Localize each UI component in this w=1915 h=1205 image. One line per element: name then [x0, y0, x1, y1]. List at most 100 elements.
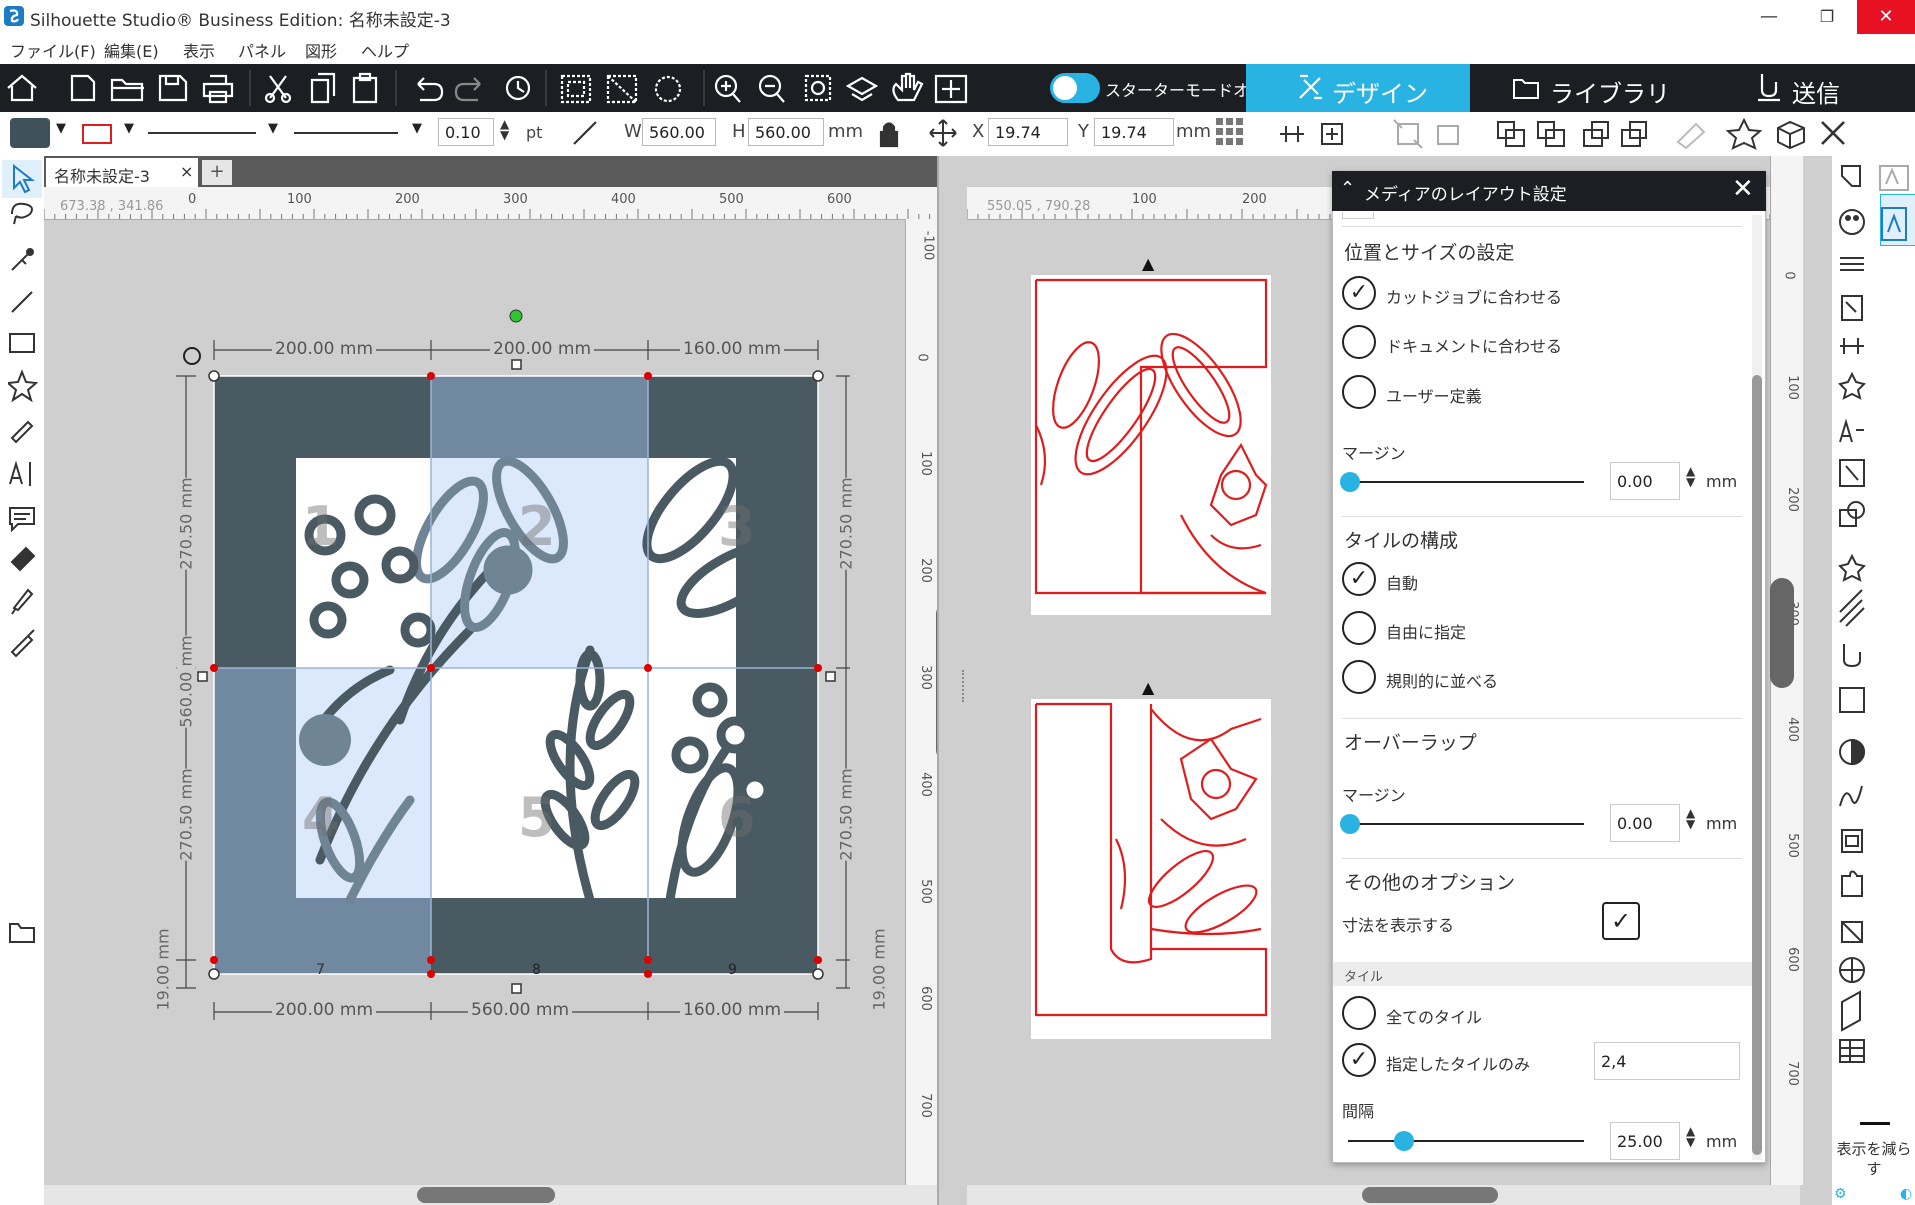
width-label: W	[624, 121, 642, 142]
selected-tiles-input[interactable]: 2,4	[1594, 1042, 1740, 1080]
spacing-slider-thumb[interactable]	[1394, 1131, 1414, 1151]
reduce-display-button[interactable]: 表示を減らす	[1834, 1139, 1914, 1179]
vruler-tick: 700	[917, 1093, 933, 1118]
position-unit-label: mm	[1176, 121, 1212, 142]
reference-point-grid-icon[interactable]	[1214, 116, 1246, 148]
spacing-input[interactable]: 25.00	[1610, 1122, 1680, 1160]
line-color-swatch[interactable]	[82, 124, 112, 144]
vertical-ruler-left	[905, 219, 938, 1185]
send-icon	[1758, 74, 1780, 102]
horizontal-scroll-thumb-left[interactable]	[417, 1187, 555, 1203]
vruler-tick: 100	[917, 451, 933, 476]
forward-icon	[1583, 121, 1609, 147]
divider	[1342, 226, 1742, 227]
height-label: H	[732, 121, 746, 142]
menu-shape[interactable]: 図形	[305, 38, 337, 62]
divider	[1342, 516, 1742, 517]
settings-gear-icon[interactable]: ⚙	[1834, 1186, 1847, 1202]
line-join-sample[interactable]	[294, 132, 398, 134]
horizontal-scroll-thumb-right[interactable]	[1362, 1187, 1498, 1203]
radio-auto[interactable]: ✓	[1342, 562, 1376, 596]
y-input[interactable]: 19.74	[1094, 118, 1174, 146]
send-panel-icon	[1843, 644, 1861, 668]
panel-scroll-thumb[interactable]	[1752, 375, 1762, 1155]
free-label: 自由に指定	[1386, 623, 1467, 642]
library-icon	[1513, 79, 1539, 99]
overlap-slider-thumb[interactable]	[1340, 814, 1360, 834]
line-join-dropdown-icon[interactable]: ▼	[412, 121, 422, 136]
line-color-dropdown-icon[interactable]: ▼	[124, 121, 134, 136]
menu-panel[interactable]: パネル	[238, 38, 286, 62]
other-options-title: その他のオプション	[1344, 872, 1516, 894]
spacing-slider-track[interactable]	[1348, 1140, 1584, 1142]
tab-library[interactable]: ライブラリ	[1550, 74, 1670, 109]
radio-fit-document[interactable]	[1342, 325, 1376, 359]
overlap-spinner[interactable]: ▲ ▼	[1686, 807, 1695, 830]
lasso-tool-icon	[11, 202, 33, 225]
menu-view[interactable]: 表示	[183, 38, 215, 62]
dim-top-1: 200.00 mm	[272, 339, 377, 359]
tile-number: 2	[518, 495, 556, 558]
tab-send[interactable]: 送信	[1792, 74, 1840, 109]
margin-spinner[interactable]: ▲ ▼	[1686, 465, 1695, 488]
vruler-tick: 400	[917, 772, 933, 797]
info-icon[interactable]: ◐	[1900, 1186, 1912, 1202]
margin-input[interactable]: 0.00	[1610, 462, 1680, 500]
puzzle-icon	[1841, 870, 1863, 897]
height-input[interactable]: 560.00	[748, 118, 824, 146]
add-tab-button[interactable]: +	[202, 160, 232, 185]
chevron-up-icon[interactable]: ⌃	[1340, 178, 1355, 199]
radio-all-tiles[interactable]	[1342, 996, 1376, 1030]
menu-help[interactable]: ヘルプ	[361, 38, 409, 62]
vruler-tick: 200	[917, 558, 933, 583]
menu-edit[interactable]: 編集(E)	[104, 38, 159, 62]
radio-selected-tiles[interactable]: ✓	[1342, 1043, 1376, 1077]
vruler-tick: 0	[914, 353, 930, 362]
line-style-sample[interactable]	[148, 132, 256, 134]
line-width-spinner[interactable]: ▲ ▼	[500, 118, 509, 141]
crosshair-icon[interactable]	[183, 347, 201, 365]
x-label: X	[972, 121, 985, 142]
menu-file[interactable]: ファイル(F)	[10, 38, 96, 62]
tiled-design[interactable]	[170, 300, 850, 1020]
spacing-spinner[interactable]: ▲ ▼	[1686, 1125, 1695, 1148]
lock-aspect-icon[interactable]	[876, 118, 902, 148]
favorites-icon	[1838, 553, 1866, 582]
margin-slider-track[interactable]	[1348, 481, 1584, 483]
minimize-button[interactable]: —	[1740, 0, 1798, 34]
line-width-input[interactable]: 0.10	[438, 118, 494, 146]
line-tool-icon[interactable]	[570, 118, 600, 148]
tile-number: 7	[316, 962, 325, 978]
line-style-dropdown-icon[interactable]: ▼	[268, 121, 278, 136]
tile-number: 6	[718, 786, 756, 849]
restore-button[interactable]: ❐	[1798, 0, 1856, 34]
overlap-margin-input[interactable]: 0.00	[1610, 804, 1680, 842]
spacing-unit: mm	[1706, 1132, 1738, 1151]
collapse-bar-icon[interactable]	[1860, 1122, 1890, 1125]
pencil-tool-icon	[10, 420, 34, 444]
fill-color-swatch[interactable]	[10, 118, 50, 148]
text-font-icon	[1839, 418, 1864, 443]
vertical-scroll-thumb-right[interactable]	[1770, 578, 1794, 688]
undo-icon	[417, 77, 444, 102]
move-arrows-icon[interactable]	[928, 118, 958, 148]
overlap-slider-track[interactable]	[1348, 823, 1584, 825]
document-tab-close[interactable]: ×	[180, 162, 193, 181]
x-input[interactable]: 19.74	[988, 118, 1068, 146]
radio-regular[interactable]	[1342, 660, 1376, 694]
width-input[interactable]: 560.00	[642, 118, 716, 146]
regular-label: 規則的に並べる	[1386, 672, 1499, 691]
radio-fit-cut-job[interactable]: ✓	[1342, 276, 1376, 310]
fill-dropdown-icon[interactable]: ▼	[56, 121, 66, 136]
panel-close-icon[interactable]: ✕	[1732, 174, 1754, 204]
radio-free[interactable]	[1342, 611, 1376, 645]
all-tiles-label: 全てのタイル	[1386, 1008, 1483, 1027]
radio-user-defined[interactable]	[1342, 375, 1376, 409]
vruler-tick: 200	[1784, 487, 1800, 512]
rotate-handle[interactable]	[509, 309, 523, 323]
paste-icon	[352, 72, 378, 104]
close-window-button[interactable]: ✕	[1857, 0, 1915, 34]
show-dims-checkbox[interactable]: ✓	[1602, 902, 1640, 940]
ungroup-icon	[606, 74, 638, 104]
margin-slider-thumb[interactable]	[1340, 472, 1360, 492]
